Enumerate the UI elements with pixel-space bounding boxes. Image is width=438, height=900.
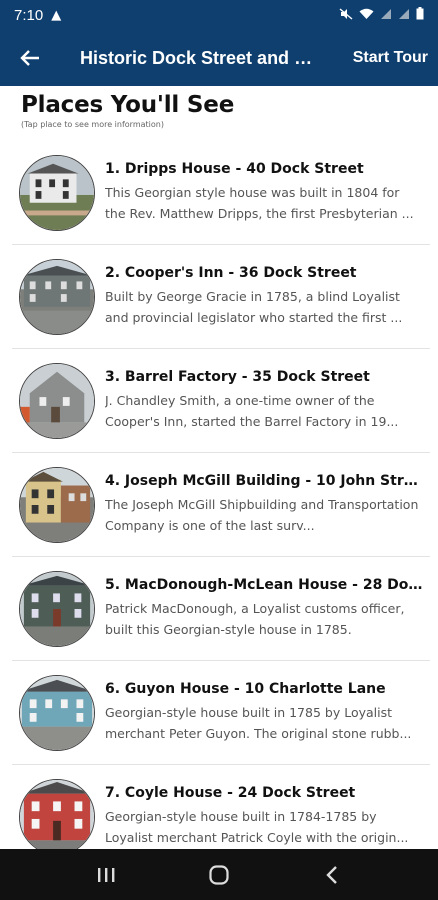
list-item[interactable]: 6. Guyon House - 10 Charlotte Lane Georg… xyxy=(12,661,430,765)
place-thumbnail xyxy=(19,674,95,751)
mute-icon xyxy=(339,7,353,23)
place-thumbnail xyxy=(19,154,95,231)
place-title: 5. MacDonough-McLean House - 28 Dock Str… xyxy=(105,577,423,593)
main-content: Places You'll See (Tap place to see more… xyxy=(0,86,438,849)
list-item[interactable]: 3. Barrel Factory - 35 Dock Street J. Ch… xyxy=(12,349,430,453)
place-description: The Joseph McGill Shipbuilding and Trans… xyxy=(105,497,419,533)
page-title: Historic Dock Street and Waterfront xyxy=(80,47,328,68)
place-title: 4. Joseph McGill Building - 10 John Stre… xyxy=(105,473,423,489)
list-item[interactable]: 4. Joseph McGill Building - 10 John Stre… xyxy=(12,453,430,557)
chevron-left-icon xyxy=(325,865,337,884)
place-description: This Georgian style house was built in 1… xyxy=(105,185,414,221)
list-item[interactable]: 5. MacDonough-McLean House - 28 Dock Str… xyxy=(12,557,430,661)
status-icons xyxy=(339,7,424,23)
status-time: 7:10 xyxy=(14,6,44,24)
place-description: Built by George Gracie in 1785, a blind … xyxy=(105,289,403,325)
section-hint: (Tap place to see more information) xyxy=(21,120,164,129)
places-list: 1. Dripps House - 40 Dock Street This Ge… xyxy=(0,141,438,849)
place-thumbnail xyxy=(19,258,95,335)
list-item[interactable]: 2. Cooper's Inn - 36 Dock Street Built b… xyxy=(12,245,430,349)
place-description: J. Chandley Smith, a one-time owner of t… xyxy=(105,393,399,429)
system-back-button[interactable] xyxy=(312,855,352,895)
signal-icon xyxy=(398,8,410,23)
place-thumbnail xyxy=(19,466,95,543)
warning-icon: ▲ xyxy=(51,7,62,23)
place-thumbnail xyxy=(19,362,95,439)
place-description: Patrick MacDonough, a Loyalist customs o… xyxy=(105,601,405,637)
place-description: Georgian-style house built in 1785 by Lo… xyxy=(105,705,412,741)
place-title: 3. Barrel Factory - 35 Dock Street xyxy=(105,369,370,385)
battery-icon xyxy=(416,7,424,23)
back-button[interactable] xyxy=(0,30,60,86)
arrow-left-icon xyxy=(20,50,39,66)
signal-icon xyxy=(380,8,392,23)
place-title: 2. Cooper's Inn - 36 Dock Street xyxy=(105,265,357,281)
home-icon xyxy=(209,864,229,885)
section-heading: Places You'll See xyxy=(21,92,235,118)
list-item[interactable]: 1. Dripps House - 40 Dock Street This Ge… xyxy=(12,141,430,245)
wifi-icon xyxy=(359,8,374,23)
recent-apps-icon xyxy=(98,867,115,882)
start-tour-button[interactable]: Start Tour xyxy=(353,49,438,67)
place-title: 7. Coyle House - 24 Dock Street xyxy=(105,785,356,801)
home-button[interactable] xyxy=(199,855,239,895)
place-thumbnail xyxy=(19,570,95,647)
list-item[interactable]: 7. Coyle House - 24 Dock Street Georgian… xyxy=(12,765,430,849)
place-thumbnail xyxy=(19,778,95,849)
recent-apps-button[interactable] xyxy=(86,855,126,895)
place-description: Georgian-style house built in 1784-1785 … xyxy=(105,809,409,845)
place-title: 6. Guyon House - 10 Charlotte Lane xyxy=(105,681,386,697)
status-bar: 7:10 ▲ xyxy=(0,0,438,30)
app-bar: Historic Dock Street and Waterfront Star… xyxy=(0,30,438,86)
place-title: 1. Dripps House - 40 Dock Street xyxy=(105,161,364,177)
system-nav-bar xyxy=(0,849,438,900)
